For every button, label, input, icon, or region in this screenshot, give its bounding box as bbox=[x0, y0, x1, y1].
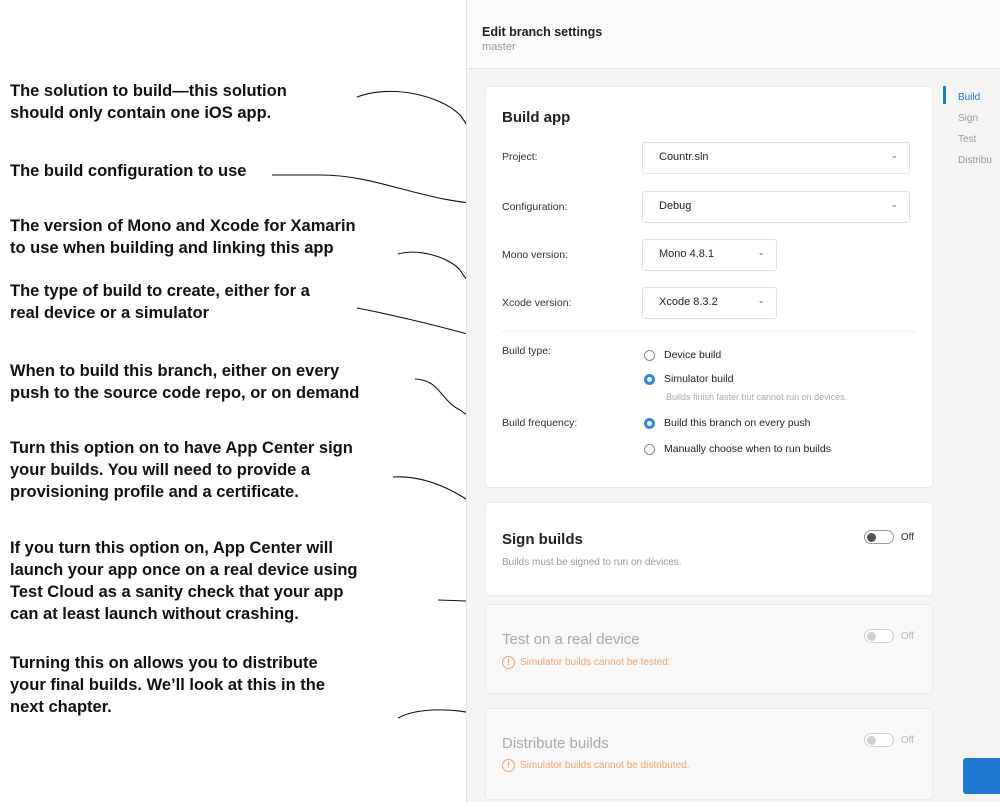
nav-item-distribute[interactable]: Distribu bbox=[958, 155, 992, 166]
sign-builds-title: Sign builds bbox=[502, 531, 583, 548]
radio-button-selected[interactable] bbox=[644, 373, 655, 385]
radio-manual[interactable]: Manually choose when to run builds bbox=[644, 443, 831, 455]
annotation-build-type: The type of build to create, either for … bbox=[10, 282, 310, 322]
radio-every-push[interactable]: Build this branch on every push bbox=[644, 417, 811, 429]
sign-builds-toggle-wrap[interactable]: Off bbox=[863, 530, 914, 544]
distribute-builds-toggle-label: Off bbox=[900, 734, 914, 746]
annotation-mono-xcode: The version of Mono and Xcode for Xamari… bbox=[10, 217, 356, 257]
simulator-build-label: Simulator build bbox=[664, 373, 734, 385]
build-type-label: Build type: bbox=[502, 345, 552, 357]
annotation-distribute: Turning this on allows you to distribute… bbox=[10, 654, 326, 716]
test-device-toggle[interactable] bbox=[863, 629, 894, 643]
mono-version-label: Mono version: bbox=[502, 249, 568, 261]
configuration-value: Debug bbox=[659, 200, 692, 212]
manual-label: Manually choose when to run builds bbox=[664, 443, 831, 455]
nav-item-build[interactable]: Build bbox=[958, 92, 980, 103]
mono-version-select[interactable]: Mono 4.8.1 ⌄ bbox=[642, 239, 777, 271]
test-device-toggle-label: Off bbox=[900, 630, 914, 642]
distribute-builds-warning: ! Simulator builds cannot be distributed… bbox=[502, 759, 690, 772]
toggle-knob bbox=[866, 532, 876, 542]
test-device-warning-text: Simulator builds cannot be tested. bbox=[520, 657, 671, 668]
distribute-builds-card: Distribute builds ! Simulator builds can… bbox=[485, 708, 933, 800]
warning-icon: ! bbox=[502, 656, 515, 669]
simulator-build-hint: Builds finish faster but cannot run on d… bbox=[666, 392, 848, 402]
mono-version-value: Mono 4.8.1 bbox=[659, 248, 715, 260]
distribute-builds-title: Distribute builds bbox=[502, 735, 609, 752]
build-app-title: Build app bbox=[502, 109, 571, 126]
sign-builds-description: Builds must be signed to run on devices. bbox=[502, 557, 682, 568]
xcode-version-value: Xcode 8.3.2 bbox=[659, 296, 718, 308]
distribute-builds-toggle[interactable] bbox=[863, 733, 894, 747]
annotation-solution: The solution to build—this solution shou… bbox=[10, 82, 287, 122]
every-push-label: Build this branch on every push bbox=[664, 417, 811, 429]
radio-button-selected[interactable] bbox=[644, 417, 655, 429]
distribute-builds-toggle-wrap[interactable]: Off bbox=[863, 733, 914, 747]
test-device-warning: ! Simulator builds cannot be tested. bbox=[502, 656, 671, 669]
test-device-toggle-wrap[interactable]: Off bbox=[863, 629, 914, 643]
chevron-down-icon: ⌄ bbox=[757, 247, 765, 257]
chevron-down-icon: ⌄ bbox=[757, 295, 765, 305]
device-build-label: Device build bbox=[664, 349, 722, 361]
sign-builds-toggle[interactable] bbox=[863, 530, 894, 544]
warning-icon: ! bbox=[502, 759, 515, 772]
radio-simulator-build[interactable]: Simulator build bbox=[644, 373, 733, 385]
save-button[interactable] bbox=[963, 758, 1000, 794]
annotation-test: If you turn this option on, App Center w… bbox=[10, 539, 358, 623]
settings-nav: Build Sign Test Distribu bbox=[943, 86, 1000, 802]
test-device-card: Test on a real device ! Simulator builds… bbox=[485, 604, 933, 694]
callout-configuration bbox=[272, 174, 494, 205]
configuration-select[interactable]: Debug ⌄ bbox=[642, 191, 910, 223]
branch-settings-panel: Edit branch settings master Build Sign T… bbox=[466, 0, 1000, 802]
build-app-card: Build app Project: Countr.sln ⌄ Configur… bbox=[485, 86, 933, 488]
nav-item-sign[interactable]: Sign bbox=[958, 113, 978, 124]
test-device-title: Test on a real device bbox=[502, 631, 640, 648]
nav-item-test[interactable]: Test bbox=[958, 134, 976, 145]
divider bbox=[502, 331, 916, 332]
project-select[interactable]: Countr.sln ⌄ bbox=[642, 142, 910, 174]
chevron-down-icon: ⌄ bbox=[890, 199, 898, 209]
branch-name: master bbox=[482, 41, 516, 53]
radio-button[interactable] bbox=[644, 443, 655, 455]
annotation-sign: Turn this option on to have App Center s… bbox=[10, 439, 353, 501]
radio-device-build[interactable]: Device build bbox=[644, 349, 721, 361]
toggle-knob bbox=[866, 735, 876, 745]
xcode-version-label: Xcode version: bbox=[502, 297, 572, 309]
sign-builds-toggle-label: Off bbox=[900, 531, 914, 543]
radio-button[interactable] bbox=[644, 349, 655, 361]
chevron-down-icon: ⌄ bbox=[890, 150, 898, 160]
page-title: Edit branch settings bbox=[482, 25, 603, 39]
nav-active-indicator bbox=[943, 86, 946, 104]
toggle-knob bbox=[866, 631, 876, 641]
annotation-configuration: The build configuration to use bbox=[10, 162, 247, 180]
xcode-version-select[interactable]: Xcode 8.3.2 ⌄ bbox=[642, 287, 777, 319]
project-value: Countr.sln bbox=[659, 151, 709, 163]
build-frequency-label: Build frequency: bbox=[502, 417, 578, 429]
panel-header: Edit branch settings master bbox=[467, 0, 1000, 69]
configuration-label: Configuration: bbox=[502, 201, 568, 213]
project-label: Project: bbox=[502, 151, 538, 163]
annotation-frequency: When to build this branch, either on eve… bbox=[10, 362, 360, 402]
distribute-builds-warning-text: Simulator builds cannot be distributed. bbox=[520, 760, 690, 771]
sign-builds-card: Sign builds Builds must be signed to run… bbox=[485, 502, 933, 596]
